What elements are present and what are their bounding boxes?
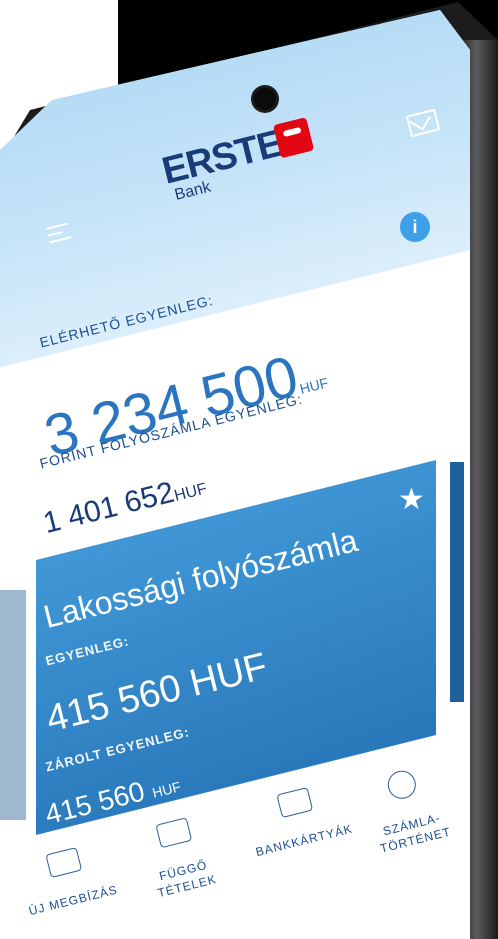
front-camera xyxy=(254,88,276,110)
app-screen: ERSTE Bank i ELÉRHETŐ EGYENLEG: 3 234 50… xyxy=(0,10,470,939)
info-icon[interactable]: i xyxy=(400,212,430,242)
available-balance-currency: HUF xyxy=(298,374,330,397)
action-account-history[interactable]: SZÁMLA- TÖRTÉNET xyxy=(350,759,466,860)
action-bank-cards[interactable]: BANKKÁRTYÁK xyxy=(238,778,359,862)
forint-balance-currency: HUF xyxy=(172,480,209,505)
next-account-card[interactable] xyxy=(450,462,464,702)
history-icon xyxy=(384,767,419,802)
pending-icon xyxy=(155,817,193,849)
action-pending-items[interactable]: FÜGGŐ TÉTELEK xyxy=(122,809,237,906)
prev-account-card[interactable] xyxy=(0,590,26,820)
action-label: BANKKÁRTYÁK xyxy=(254,821,355,860)
header-background xyxy=(0,10,470,378)
action-new-transfer[interactable]: ÚJ MEGBÍZÁS xyxy=(12,839,123,920)
transfer-icon xyxy=(45,847,83,879)
favorite-star-icon[interactable]: ★ xyxy=(398,482,425,517)
locked-balance-currency: HUF xyxy=(150,778,183,801)
card-icon xyxy=(276,787,314,819)
action-label: ÚJ MEGBÍZÁS xyxy=(27,882,120,919)
